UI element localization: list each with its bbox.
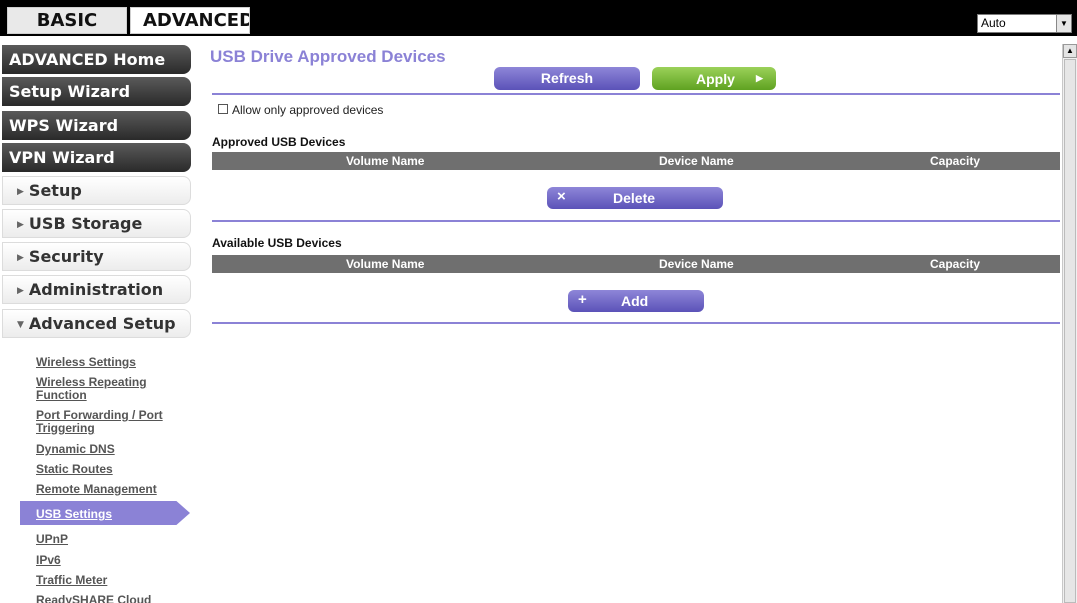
language-select-value: Auto xyxy=(981,16,1006,30)
divider xyxy=(212,322,1060,324)
approved-devices-title: Approved USB Devices xyxy=(212,135,346,149)
link-static-routes[interactable]: Static Routes xyxy=(36,463,113,475)
allow-approved-label: Allow only approved devices xyxy=(232,103,384,117)
link-readyshare-cloud[interactable]: ReadySHARE Cloud xyxy=(36,594,151,603)
approved-table-header: Volume Name Device Name Capacity xyxy=(212,152,1060,170)
nav-vpn-wizard[interactable]: VPN Wizard xyxy=(2,143,191,172)
link-dynamic-dns[interactable]: Dynamic DNS xyxy=(36,443,115,455)
nav-setup-label: Setup xyxy=(28,181,82,200)
nav-setup[interactable]: ▶ Setup xyxy=(2,176,191,205)
tab-advanced[interactable]: ADVANCED xyxy=(130,7,250,34)
link-wireless-repeating-function[interactable]: Function xyxy=(36,389,87,401)
router-admin-page: BASIC ADVANCED Auto ▼ ADVANCED Home Setu… xyxy=(0,0,1077,603)
top-bar: BASIC ADVANCED Auto ▼ xyxy=(0,0,1077,36)
link-wireless-settings[interactable]: Wireless Settings xyxy=(36,356,136,368)
add-button-label: Add xyxy=(621,293,649,309)
triangle-right-icon: ▶ xyxy=(17,220,24,230)
allow-approved-checkbox[interactable] xyxy=(218,104,228,114)
close-x-icon: × xyxy=(557,188,566,205)
link-upnp[interactable]: UPnP xyxy=(36,533,68,545)
link-ipv6[interactable]: IPv6 xyxy=(36,554,61,566)
link-traffic-meter[interactable]: Traffic Meter xyxy=(36,574,107,586)
scrollbar-thumb[interactable] xyxy=(1064,59,1076,603)
column-capacity: Capacity xyxy=(930,154,981,168)
apply-button-label: Apply xyxy=(696,71,735,87)
vertical-scrollbar[interactable]: ▲ xyxy=(1062,44,1077,603)
link-usb-settings-label: USB Settings xyxy=(36,507,113,521)
chevron-down-icon[interactable]: ▼ xyxy=(1056,15,1071,32)
link-usb-settings[interactable]: USB Settings xyxy=(20,501,190,525)
column-device-name: Device Name xyxy=(659,154,734,168)
plus-icon: + xyxy=(578,291,587,308)
nav-setup-wizard[interactable]: Setup Wizard xyxy=(2,77,191,106)
column-capacity: Capacity xyxy=(930,257,981,271)
nav-administration-label: Administration xyxy=(28,280,164,299)
left-nav: ADVANCED Home Setup Wizard WPS Wizard VP… xyxy=(0,36,205,603)
link-port-forwarding[interactable]: Port Forwarding / Port xyxy=(36,409,163,421)
apply-button[interactable]: Apply ▶ xyxy=(652,67,776,90)
refresh-button[interactable]: Refresh xyxy=(494,67,640,90)
nav-advanced-setup-label: Advanced Setup xyxy=(28,314,176,333)
column-volume-name: Volume Name xyxy=(346,257,425,271)
delete-button[interactable]: × Delete xyxy=(547,187,723,209)
nav-usb-storage-label: USB Storage xyxy=(28,214,143,233)
link-remote-management[interactable]: Remote Management xyxy=(36,483,157,495)
nav-security-label: Security xyxy=(28,247,104,266)
divider xyxy=(212,220,1060,222)
main-content: USB Drive Approved Devices Refresh Apply… xyxy=(207,36,1062,603)
nav-security[interactable]: ▶ Security xyxy=(2,242,191,271)
delete-button-label: Delete xyxy=(613,190,656,206)
nav-wps-wizard[interactable]: WPS Wizard xyxy=(2,111,191,140)
language-select[interactable]: Auto ▼ xyxy=(977,14,1072,33)
triangle-down-icon: ▼ xyxy=(17,320,24,330)
column-volume-name: Volume Name xyxy=(346,154,425,168)
link-port-triggering[interactable]: Triggering xyxy=(36,422,95,434)
divider xyxy=(212,93,1060,95)
page-title: USB Drive Approved Devices xyxy=(210,47,446,66)
nav-usb-storage[interactable]: ▶ USB Storage xyxy=(2,209,191,238)
triangle-right-icon: ▶ xyxy=(17,187,24,197)
scroll-up-arrow-icon[interactable]: ▲ xyxy=(1063,44,1077,58)
triangle-right-icon: ▶ xyxy=(17,253,24,263)
nav-advanced-setup[interactable]: ▼ Advanced Setup xyxy=(2,309,191,338)
link-wireless-repeating[interactable]: Wireless Repeating xyxy=(36,376,147,388)
arrow-right-icon: ▶ xyxy=(756,73,763,83)
add-button[interactable]: + Add xyxy=(568,290,704,312)
tab-basic[interactable]: BASIC xyxy=(7,7,127,34)
nav-advanced-home[interactable]: ADVANCED Home xyxy=(2,45,191,74)
available-devices-title: Available USB Devices xyxy=(212,236,342,250)
nav-administration[interactable]: ▶ Administration xyxy=(2,275,191,304)
available-table-header: Volume Name Device Name Capacity xyxy=(212,255,1060,273)
triangle-right-icon: ▶ xyxy=(17,286,24,296)
column-device-name: Device Name xyxy=(659,257,734,271)
